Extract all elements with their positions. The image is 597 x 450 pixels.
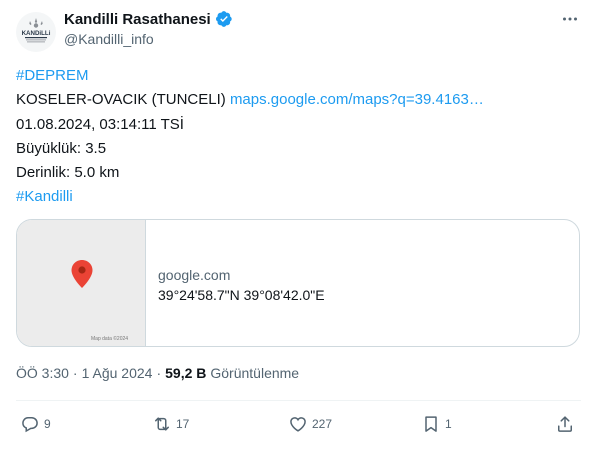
map-thumbnail[interactable]: Map data ©2024 (17, 220, 146, 346)
magnitude-text: Büyüklük: 3.5 (16, 139, 107, 157)
tweet-date[interactable]: 1 Ağu 2024 (82, 365, 153, 381)
reply-button[interactable]: 9 (20, 414, 51, 434)
kandilli-logo: KANDiLLi (16, 12, 56, 52)
reply-count: 9 (44, 417, 51, 431)
location-text: KOSELER-OVACIK (TUNCELI) (16, 91, 226, 109)
hashtag-deprem[interactable]: #DEPREM (16, 67, 89, 84)
verified-badge-icon[interactable] (215, 10, 233, 28)
map-credit: Map data ©2024 (91, 336, 129, 342)
meta-separator-2: · (156, 365, 162, 381)
tweet-text: #DEPREM KOSELER-OVACIK (TUNCELI) maps.go… (16, 64, 581, 210)
card-info: google.com 39°24'58.7"N 39°08'42.0"E (146, 220, 325, 346)
tweet: KANDiLLi Kandilli Rasathanesi @Kandilli_… (0, 0, 597, 450)
tweet-meta: ÖÖ 3:30 · 1 Ağu 2024 · 59,2 B Görüntülen… (16, 365, 299, 381)
share-button[interactable] (555, 414, 575, 434)
reply-icon (22, 417, 38, 433)
like-count: 227 (312, 417, 333, 431)
card-domain: google.com (158, 267, 231, 283)
action-bar: 9 17 227 1 (20, 414, 581, 438)
views-label: Görüntülenme (210, 365, 300, 381)
name-row: Kandilli Rasathanesi (64, 10, 233, 28)
map-pin-icon (71, 260, 93, 288)
more-dots-icon[interactable] (559, 8, 581, 30)
divider (16, 400, 581, 401)
card-title: 39°24'58.7"N 39°08'42.0"E (158, 287, 325, 303)
like-button[interactable]: 227 (288, 414, 332, 434)
repost-count: 17 (176, 417, 190, 431)
datetime-text: 01.08.2024, 03:14:11 TSİ (16, 115, 184, 133)
bookmark-icon (425, 416, 437, 432)
heart-icon (290, 417, 306, 432)
bookmark-count: 1 (445, 417, 452, 431)
link-card[interactable]: Map data ©2024 google.com 39°24'58.7"N 3… (16, 219, 580, 347)
display-name[interactable]: Kandilli Rasathanesi (64, 11, 211, 28)
repost-icon (155, 417, 169, 431)
repost-button[interactable]: 17 (152, 414, 189, 434)
hashtag-kandilli[interactable]: #Kandilli (16, 188, 73, 205)
avatar[interactable]: KANDiLLi (16, 12, 56, 52)
meta-separator: · (72, 365, 78, 381)
share-icon (558, 416, 572, 432)
logo-text: KANDiLLi (22, 30, 51, 37)
bookmark-button[interactable]: 1 (421, 414, 452, 434)
views-count: 59,2 B (165, 365, 207, 381)
user-handle[interactable]: @Kandilli_info (64, 31, 154, 47)
tweet-time[interactable]: ÖÖ 3:30 (16, 365, 69, 381)
depth-text: Derinlik: 5.0 km (16, 164, 120, 182)
maps-link[interactable]: maps.google.com/maps?q=39.4163… (230, 91, 484, 108)
